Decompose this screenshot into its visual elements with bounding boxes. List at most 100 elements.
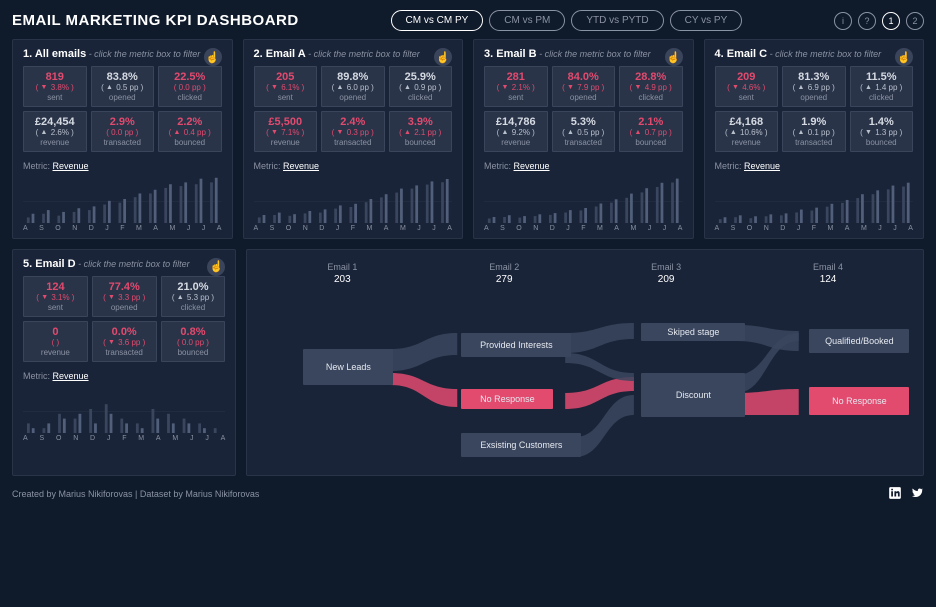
metric-value: 2.1% [638,116,663,128]
metric-dropdown[interactable]: Revenue [53,161,89,171]
metric-label: transacted [565,139,602,147]
metric-tile-clicked[interactable]: 28.8%( ▼ 4.9 pp )clicked [619,66,683,107]
metric-label: opened [109,94,136,102]
metric-dropdown[interactable]: Revenue [744,161,780,171]
metric-label: clicked [178,94,202,102]
metric-dropdown[interactable]: Revenue [283,161,319,171]
header-btn-i[interactable]: i [834,12,852,30]
flow-node-exsisting-customers[interactable]: Exsisting Customers [461,433,581,457]
metric-tile-sent[interactable]: 205( ▼ 6.1% )sent [254,66,318,107]
flow-node-discount[interactable]: Discount [641,373,745,417]
metric-value: 83.8% [107,71,138,83]
metric-tile-clicked[interactable]: 22.5%( 0.0 pp )clicked [158,66,222,107]
card-email-c: 4. Email C - click the metric box to fil… [704,39,925,239]
metric-tile-bounced[interactable]: 3.9%( ▲ 2.1 pp )bounced [389,111,453,152]
flow-stage-value: 279 [489,274,519,285]
metric-tile-bounced[interactable]: 1.4%( ▼ 1.3 pp )bounced [850,111,914,152]
metric-dropdown[interactable]: Revenue [514,161,550,171]
metric-delta: ( ▲ 5.3 pp ) [172,294,214,303]
metric-tile-transacted[interactable]: 1.9%( ▲ 0.1 pp )transacted [782,111,846,152]
page-title: EMAIL MARKETING KPI DASHBOARD [12,12,299,29]
tab-cm-vs-cm-py[interactable]: CM vs CM PY [391,10,484,31]
metric-value: £5,500 [268,116,302,128]
sparkline-chart [484,175,683,223]
metric-delta: ( ▼ 3.6 pp ) [103,339,145,348]
metric-tile-transacted[interactable]: 2.4%( ▼ 0.3 pp )transacted [321,111,385,152]
tab-ytd-vs-pytd[interactable]: YTD vs PYTD [571,10,663,31]
metric-tile-sent[interactable]: 124( ▼ 3.1% )sent [23,276,88,317]
flow-node-qualified-booked[interactable]: Qualified/Booked [809,329,909,353]
metric-tile-opened[interactable]: 89.8%( ▲ 6.0 pp )opened [321,66,385,107]
card-email-b: 3. Email B - click the metric box to fil… [473,39,694,239]
metric-tiles: 209( ▼ 4.6% )sent81.3%( ▲ 6.9 pp )opened… [715,66,914,152]
sparkline-chart [23,175,222,223]
pointer-icon: ☝ [895,48,913,66]
metric-value: 5.3% [571,116,596,128]
sparkline-chart [715,175,914,223]
metric-tile-revenue[interactable]: £4,168( ▲ 10.6% )revenue [715,111,779,152]
metric-tile-opened[interactable]: 83.8%( ▲ 0.5 pp )opened [91,66,155,107]
metric-tile-revenue[interactable]: £14,786( ▲ 9.2% )revenue [484,111,548,152]
x-axis-labels: ASONDJFMAMJJA [484,225,683,232]
metric-tile-opened[interactable]: 84.0%( ▼ 7.9 pp )opened [552,66,616,107]
sankey-diagram: New Leads Provided Interests No Response Ex… [261,293,909,463]
metric-delta: ( ▲ 2.6% ) [36,129,74,138]
metric-delta: ( 0.0 pp ) [177,339,209,348]
metric-tile-revenue[interactable]: £24,454( ▲ 2.6% )revenue [23,111,87,152]
header-btn-2[interactable]: 2 [906,12,924,30]
metric-tile-transacted[interactable]: 0.0%( ▼ 3.6 pp )transacted [92,321,157,362]
metric-delta: ( ▲ 6.9 pp ) [793,84,835,93]
header-btn-1[interactable]: 1 [882,12,900,30]
metric-tile-clicked[interactable]: 11.5%( ▲ 1.4 pp )clicked [850,66,914,107]
linkedin-icon[interactable] [888,486,902,503]
metric-tile-transacted[interactable]: 5.3%( ▲ 0.5 pp )transacted [552,111,616,152]
metric-tile-bounced[interactable]: 2.1%( ▲ 0.7 pp )bounced [619,111,683,152]
pointer-icon: ☝ [207,258,225,276]
metric-tile-bounced[interactable]: 0.8%( 0.0 pp )bounced [161,321,226,362]
metric-tile-bounced[interactable]: 2.2%( ▲ 0.4 pp )bounced [158,111,222,152]
flow-card: Email 1203Email 2279Email 3209Email 4124… [246,249,924,476]
metric-label: revenue [732,139,761,147]
x-axis-labels: ASONDJFMAMJJA [254,225,453,232]
metric-delta: ( ▼ 3.1% ) [36,294,74,303]
metric-delta: ( ▲ 10.6% ) [725,129,768,138]
metric-value: 1.4% [869,116,894,128]
pointer-icon: ☝ [665,48,683,66]
flow-node-provided-interests[interactable]: Provided Interests [461,333,571,357]
metric-tile-revenue[interactable]: £5,500( ▼ 7.1% )revenue [254,111,318,152]
metric-delta: ( ▲ 0.5 pp ) [562,129,604,138]
metric-value: 21.0% [177,281,208,293]
tab-cm-vs-pm[interactable]: CM vs PM [489,10,565,31]
metric-delta: ( ▼ 0.3 pp ) [332,129,374,138]
metric-label: bounced [174,139,205,147]
twitter-icon[interactable] [910,486,924,503]
metric-label: revenue [41,349,70,357]
metric-value: £24,454 [35,116,75,128]
tab-cy-vs-py[interactable]: CY vs PY [670,10,743,31]
metric-tiles: 281( ▼ 2.1% )sent84.0%( ▼ 7.9 pp )opened… [484,66,683,152]
metric-tile-sent[interactable]: 819( ▼ 3.8% )sent [23,66,87,107]
flow-node-skiped-stage[interactable]: Skiped stage [641,323,745,341]
metric-dropdown[interactable]: Revenue [53,371,89,381]
metric-tiles: 124( ▼ 3.1% )sent77.4%( ▼ 3.3 pp )opened… [23,276,225,362]
metric-tile-sent[interactable]: 281( ▼ 2.1% )sent [484,66,548,107]
header-btn-?[interactable]: ? [858,12,876,30]
metric-tile-clicked[interactable]: 25.9%( ▲ 0.9 pp )clicked [389,66,453,107]
metric-tile-revenue[interactable]: 0( )revenue [23,321,88,362]
metric-label: revenue [271,139,300,147]
flow-node-no-response[interactable]: No Response [809,387,909,415]
card-email-a: 2. Email A - click the metric box to fil… [243,39,464,239]
flow-node-new-leads[interactable]: New Leads [303,349,393,385]
card-title: 3. Email B - click the metric box to fil… [484,48,683,60]
metric-tile-opened[interactable]: 77.4%( ▼ 3.3 pp )opened [92,276,157,317]
metric-label: opened [800,94,827,102]
metric-delta: ( ▼ 7.9 pp ) [562,84,604,93]
metric-label: sent [278,94,293,102]
metric-tile-clicked[interactable]: 21.0%( ▲ 5.3 pp )clicked [161,276,226,317]
metric-delta: ( ) [52,339,60,348]
metric-tile-transacted[interactable]: 2.9%( 0.0 pp )transacted [91,111,155,152]
flow-node-no-response[interactable]: No Response [461,389,553,409]
metric-tile-sent[interactable]: 209( ▼ 4.6% )sent [715,66,779,107]
metric-tile-opened[interactable]: 81.3%( ▲ 6.9 pp )opened [782,66,846,107]
metric-label: transacted [106,349,143,357]
